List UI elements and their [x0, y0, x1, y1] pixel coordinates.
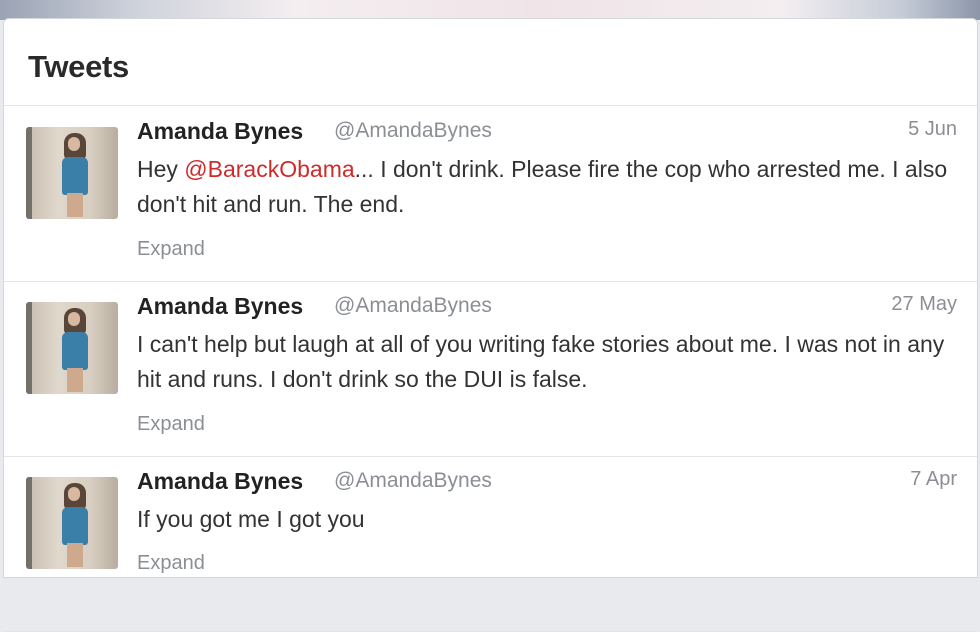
avatar-dress: [62, 157, 88, 195]
tweet-item[interactable]: Amanda Bynes @AmandaBynes 27 May I can't…: [4, 281, 977, 457]
panel-header: Tweets: [4, 19, 977, 106]
avatar-shadow: [26, 477, 32, 569]
avatar-dress: [62, 507, 88, 545]
avatar-face: [68, 312, 80, 326]
tweet-timestamp[interactable]: 5 Jun: [908, 118, 957, 141]
avatar[interactable]: [26, 302, 118, 394]
tweet-text-start: Hey: [137, 156, 185, 182]
tweet-text: If you got me I got you: [137, 506, 365, 532]
author-handle[interactable]: @AmandaBynes: [334, 119, 492, 143]
author-name[interactable]: Amanda Bynes: [137, 468, 303, 495]
expand-link[interactable]: Expand: [137, 238, 205, 261]
expand-link[interactable]: Expand: [137, 552, 205, 575]
tweets-panel: Tweets Amanda Bynes @AmandaBynes 5 Jun H…: [3, 18, 978, 632]
avatar-legs: [67, 368, 83, 392]
avatar[interactable]: [26, 127, 118, 219]
tweet-item[interactable]: Amanda Bynes @AmandaBynes 7 Apr If you g…: [4, 456, 977, 632]
mention-link[interactable]: @BarackObama: [184, 156, 354, 182]
avatar-shadow: [26, 127, 32, 219]
author-handle[interactable]: @AmandaBynes: [334, 469, 492, 493]
browser-background-strip: [0, 0, 980, 20]
tweet-text: I can't help but laugh at all of you wri…: [137, 331, 945, 392]
author-name[interactable]: Amanda Bynes: [137, 118, 303, 145]
avatar-legs: [67, 543, 83, 567]
tweet-item[interactable]: Amanda Bynes @AmandaBynes 5 Jun Hey @Bar…: [4, 106, 977, 282]
author-name[interactable]: Amanda Bynes: [137, 293, 303, 320]
tweet-text: Hey @BarackObama... I don't drink. Pleas…: [137, 152, 957, 222]
avatar-legs: [67, 193, 83, 217]
avatar[interactable]: [26, 477, 118, 569]
avatar-face: [68, 137, 80, 151]
tweet-timestamp[interactable]: 27 May: [891, 293, 957, 316]
panel-title: Tweets: [28, 49, 129, 84]
author-handle[interactable]: @AmandaBynes: [334, 294, 492, 318]
tweet-timestamp[interactable]: 7 Apr: [910, 468, 957, 491]
avatar-dress: [62, 332, 88, 370]
avatar-face: [68, 487, 80, 501]
avatar-shadow: [26, 302, 32, 394]
expand-link[interactable]: Expand: [137, 413, 205, 436]
